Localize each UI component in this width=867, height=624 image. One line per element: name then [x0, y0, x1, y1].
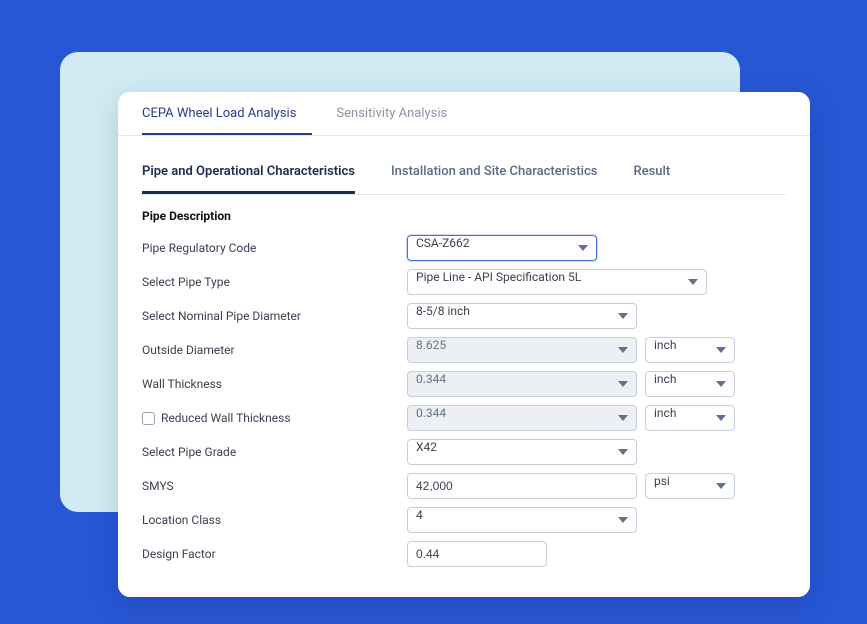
row-pipe-grade: Select Pipe Grade X42 — [142, 439, 786, 465]
label-regulatory-code: Pipe Regulatory Code — [142, 241, 407, 255]
label-wall-thickness: Wall Thickness — [142, 377, 407, 391]
sub-tabs: Pipe and Operational Characteristics Ins… — [142, 154, 786, 195]
input-wall-thickness[interactable]: 0.344 — [407, 371, 637, 397]
row-smys: SMYS psi — [142, 473, 786, 499]
row-outside-diameter: Outside Diameter 8.625 inch — [142, 337, 786, 363]
tab-pipe-operational[interactable]: Pipe and Operational Characteristics — [142, 154, 355, 194]
main-form-card: CEPA Wheel Load Analysis Sensitivity Ana… — [118, 92, 810, 597]
select-reduced-wall-unit[interactable]: inch — [645, 405, 735, 431]
label-nominal-diameter: Select Nominal Pipe Diameter — [142, 309, 407, 323]
row-location-class: Location Class 4 — [142, 507, 786, 533]
input-smys[interactable] — [407, 473, 637, 499]
top-tabs: CEPA Wheel Load Analysis Sensitivity Ana… — [118, 92, 810, 136]
select-wall-thickness-unit[interactable]: inch — [645, 371, 735, 397]
row-nominal-diameter: Select Nominal Pipe Diameter 8-5/8 inch — [142, 303, 786, 329]
label-reduced-wall-text: Reduced Wall Thickness — [161, 411, 291, 425]
label-outside-diameter: Outside Diameter — [142, 343, 407, 357]
select-outside-diameter-unit[interactable]: inch — [645, 337, 735, 363]
row-pipe-type: Select Pipe Type Pipe Line - API Specifi… — [142, 269, 786, 295]
row-design-factor: Design Factor — [142, 541, 786, 567]
input-design-factor[interactable] — [407, 541, 547, 567]
label-smys: SMYS — [142, 479, 407, 493]
form-body: Pipe and Operational Characteristics Ins… — [118, 136, 810, 597]
select-smys-unit[interactable]: psi — [645, 473, 735, 499]
row-regulatory-code: Pipe Regulatory Code CSA-Z662 — [142, 235, 786, 261]
input-reduced-wall[interactable]: 0.344 — [407, 405, 637, 431]
label-pipe-type: Select Pipe Type — [142, 275, 407, 289]
row-wall-thickness: Wall Thickness 0.344 inch — [142, 371, 786, 397]
tab-result[interactable]: Result — [633, 154, 670, 194]
tab-sensitivity-analysis[interactable]: Sensitivity Analysis — [336, 92, 463, 135]
label-reduced-wall: Reduced Wall Thickness — [142, 411, 407, 425]
tab-cepa-wheel-load[interactable]: CEPA Wheel Load Analysis — [142, 92, 312, 135]
select-pipe-grade[interactable]: X42 — [407, 439, 637, 465]
row-reduced-wall: Reduced Wall Thickness 0.344 inch — [142, 405, 786, 431]
checkbox-reduced-wall[interactable] — [142, 412, 155, 425]
label-design-factor: Design Factor — [142, 547, 407, 561]
label-pipe-grade: Select Pipe Grade — [142, 445, 407, 459]
select-pipe-type[interactable]: Pipe Line - API Specification 5L — [407, 269, 707, 295]
section-heading-pipe-description: Pipe Description — [142, 209, 786, 223]
select-regulatory-code[interactable]: CSA-Z662 — [407, 235, 597, 261]
input-outside-diameter[interactable]: 8.625 — [407, 337, 637, 363]
label-location-class: Location Class — [142, 513, 407, 527]
select-nominal-diameter[interactable]: 8-5/8 inch — [407, 303, 637, 329]
tab-installation-site[interactable]: Installation and Site Characteristics — [391, 154, 597, 194]
select-location-class[interactable]: 4 — [407, 507, 637, 533]
